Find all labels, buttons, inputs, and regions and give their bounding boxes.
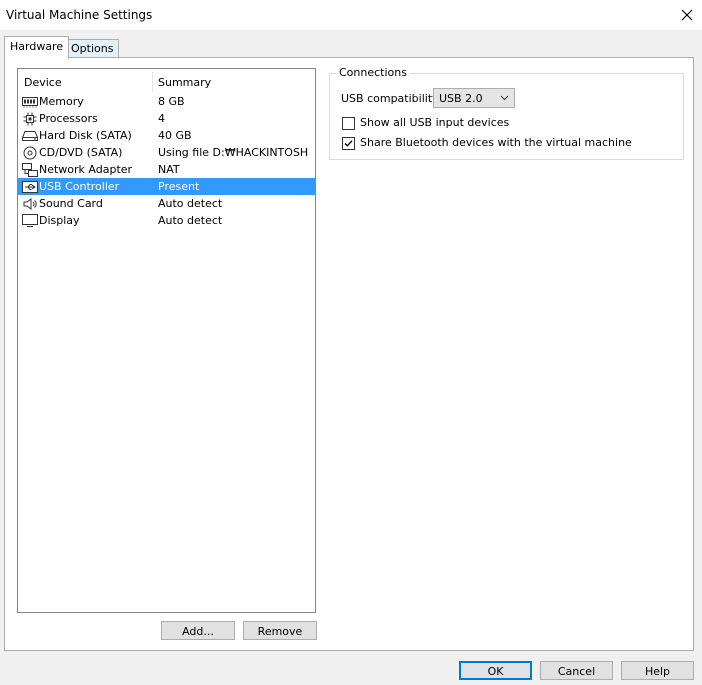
- cancel-button[interactable]: Cancel: [540, 661, 613, 680]
- device-summary: NAT: [158, 163, 180, 176]
- column-header-summary[interactable]: Summary: [158, 76, 211, 89]
- device-row-display[interactable]: Display Auto detect: [18, 212, 315, 229]
- network-adapter-icon: [22, 162, 38, 177]
- title-bar: Virtual Machine Settings: [0, 0, 702, 30]
- ok-button[interactable]: OK: [459, 661, 532, 680]
- add-button[interactable]: Add...: [161, 621, 235, 640]
- column-header-device[interactable]: Device: [24, 76, 62, 89]
- device-row-sound-card[interactable]: Sound Card Auto detect: [18, 195, 315, 212]
- share-bluetooth-checkbox[interactable]: [342, 137, 355, 150]
- device-row-memory[interactable]: Memory 8 GB: [18, 93, 315, 110]
- share-bluetooth-label[interactable]: Share Bluetooth devices with the virtual…: [360, 136, 632, 149]
- cd-dvd-icon: [22, 146, 38, 159]
- device-summary: 4: [158, 112, 165, 125]
- device-summary: Auto detect: [158, 214, 223, 227]
- sound-card-icon: [22, 197, 38, 210]
- close-icon: [681, 9, 693, 21]
- device-name: CD/DVD (SATA): [39, 146, 123, 159]
- device-row-usb-controller[interactable]: USB Controller Present: [18, 178, 315, 195]
- help-button[interactable]: Help: [621, 661, 694, 680]
- device-row-cd-dvd[interactable]: CD/DVD (SATA) Using file D:₩HACKINTOSH..…: [18, 144, 315, 161]
- tab-options[interactable]: Options: [65, 39, 120, 58]
- device-row-hard-disk[interactable]: Hard Disk (SATA) 40 GB: [18, 127, 315, 144]
- show-all-usb-label[interactable]: Show all USB input devices: [360, 116, 509, 129]
- remove-button[interactable]: Remove: [243, 621, 317, 640]
- column-separator[interactable]: [152, 72, 153, 92]
- device-name: Processors: [39, 112, 98, 125]
- device-row-processors[interactable]: Processors 4: [18, 110, 315, 127]
- device-summary: 8 GB: [158, 95, 185, 108]
- device-summary: Present: [158, 180, 200, 193]
- connections-group-title: Connections: [336, 66, 410, 79]
- device-name: Memory: [39, 95, 84, 108]
- device-summary: Auto detect: [158, 197, 223, 210]
- connections-group: Connections USB compatibility: USB 2.0 S…: [329, 66, 684, 160]
- display-icon: [22, 214, 38, 227]
- device-summary: 40 GB: [158, 129, 192, 142]
- hard-disk-icon: [22, 129, 38, 142]
- device-name: USB Controller: [39, 180, 120, 193]
- show-all-usb-checkbox[interactable]: [342, 117, 355, 130]
- device-name: Sound Card: [39, 197, 103, 210]
- usb-compatibility-select[interactable]: USB 2.0: [433, 88, 515, 108]
- window-title: Virtual Machine Settings: [6, 8, 153, 22]
- checkmark-icon: [344, 140, 353, 147]
- device-name: Hard Disk (SATA): [39, 129, 132, 142]
- usb-compatibility-value: USB 2.0: [439, 92, 483, 105]
- memory-icon: [22, 95, 38, 108]
- device-list[interactable]: Device Summary Memory 8 GB Processors 4 …: [17, 68, 316, 613]
- chevron-down-icon: [500, 95, 509, 101]
- processor-icon: [22, 112, 38, 125]
- hardware-tab-panel: Device Summary Memory 8 GB Processors 4 …: [4, 57, 694, 651]
- device-summary: Using file D:₩HACKINTOSH...: [158, 146, 308, 159]
- device-name: Display: [39, 214, 80, 227]
- usb-compatibility-label: USB compatibility:: [341, 92, 442, 105]
- usb-controller-icon: [22, 180, 38, 193]
- device-row-network-adapter[interactable]: Network Adapter NAT: [18, 161, 315, 178]
- device-list-header: Device Summary: [18, 69, 315, 93]
- close-button[interactable]: [672, 0, 702, 30]
- tab-hardware[interactable]: Hardware: [4, 36, 70, 59]
- device-name: Network Adapter: [39, 163, 133, 176]
